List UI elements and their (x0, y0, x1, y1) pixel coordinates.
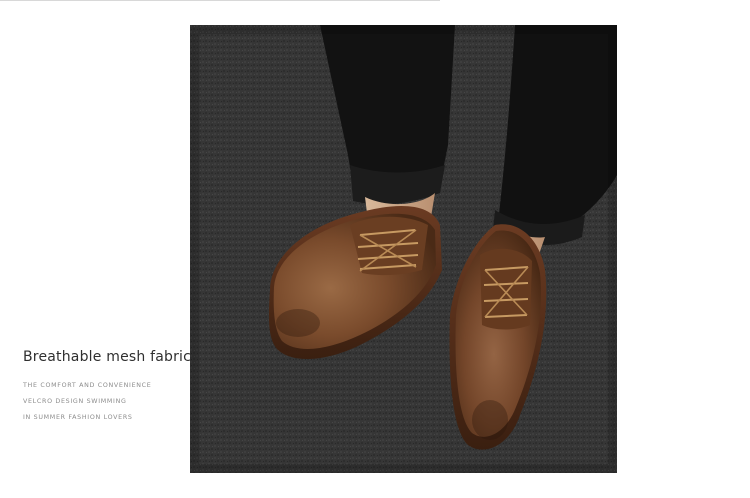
caption-line: IN SUMMER FASHION LOVERS (23, 414, 133, 421)
shoes-on-carpet-image (190, 25, 617, 473)
feature-caption: Breathable mesh fabric THE COMFORT AND C… (23, 344, 192, 426)
product-photo (190, 25, 617, 473)
caption-line: THE COMFORT AND CONVENIENCE (23, 382, 152, 389)
caption-description: THE COMFORT AND CONVENIENCE VELCRO DESIG… (23, 378, 188, 426)
caption-title: Breathable mesh fabric (23, 349, 192, 365)
top-divider (0, 0, 440, 1)
caption-line: VELCRO DESIGN SWIMMING (23, 398, 127, 405)
